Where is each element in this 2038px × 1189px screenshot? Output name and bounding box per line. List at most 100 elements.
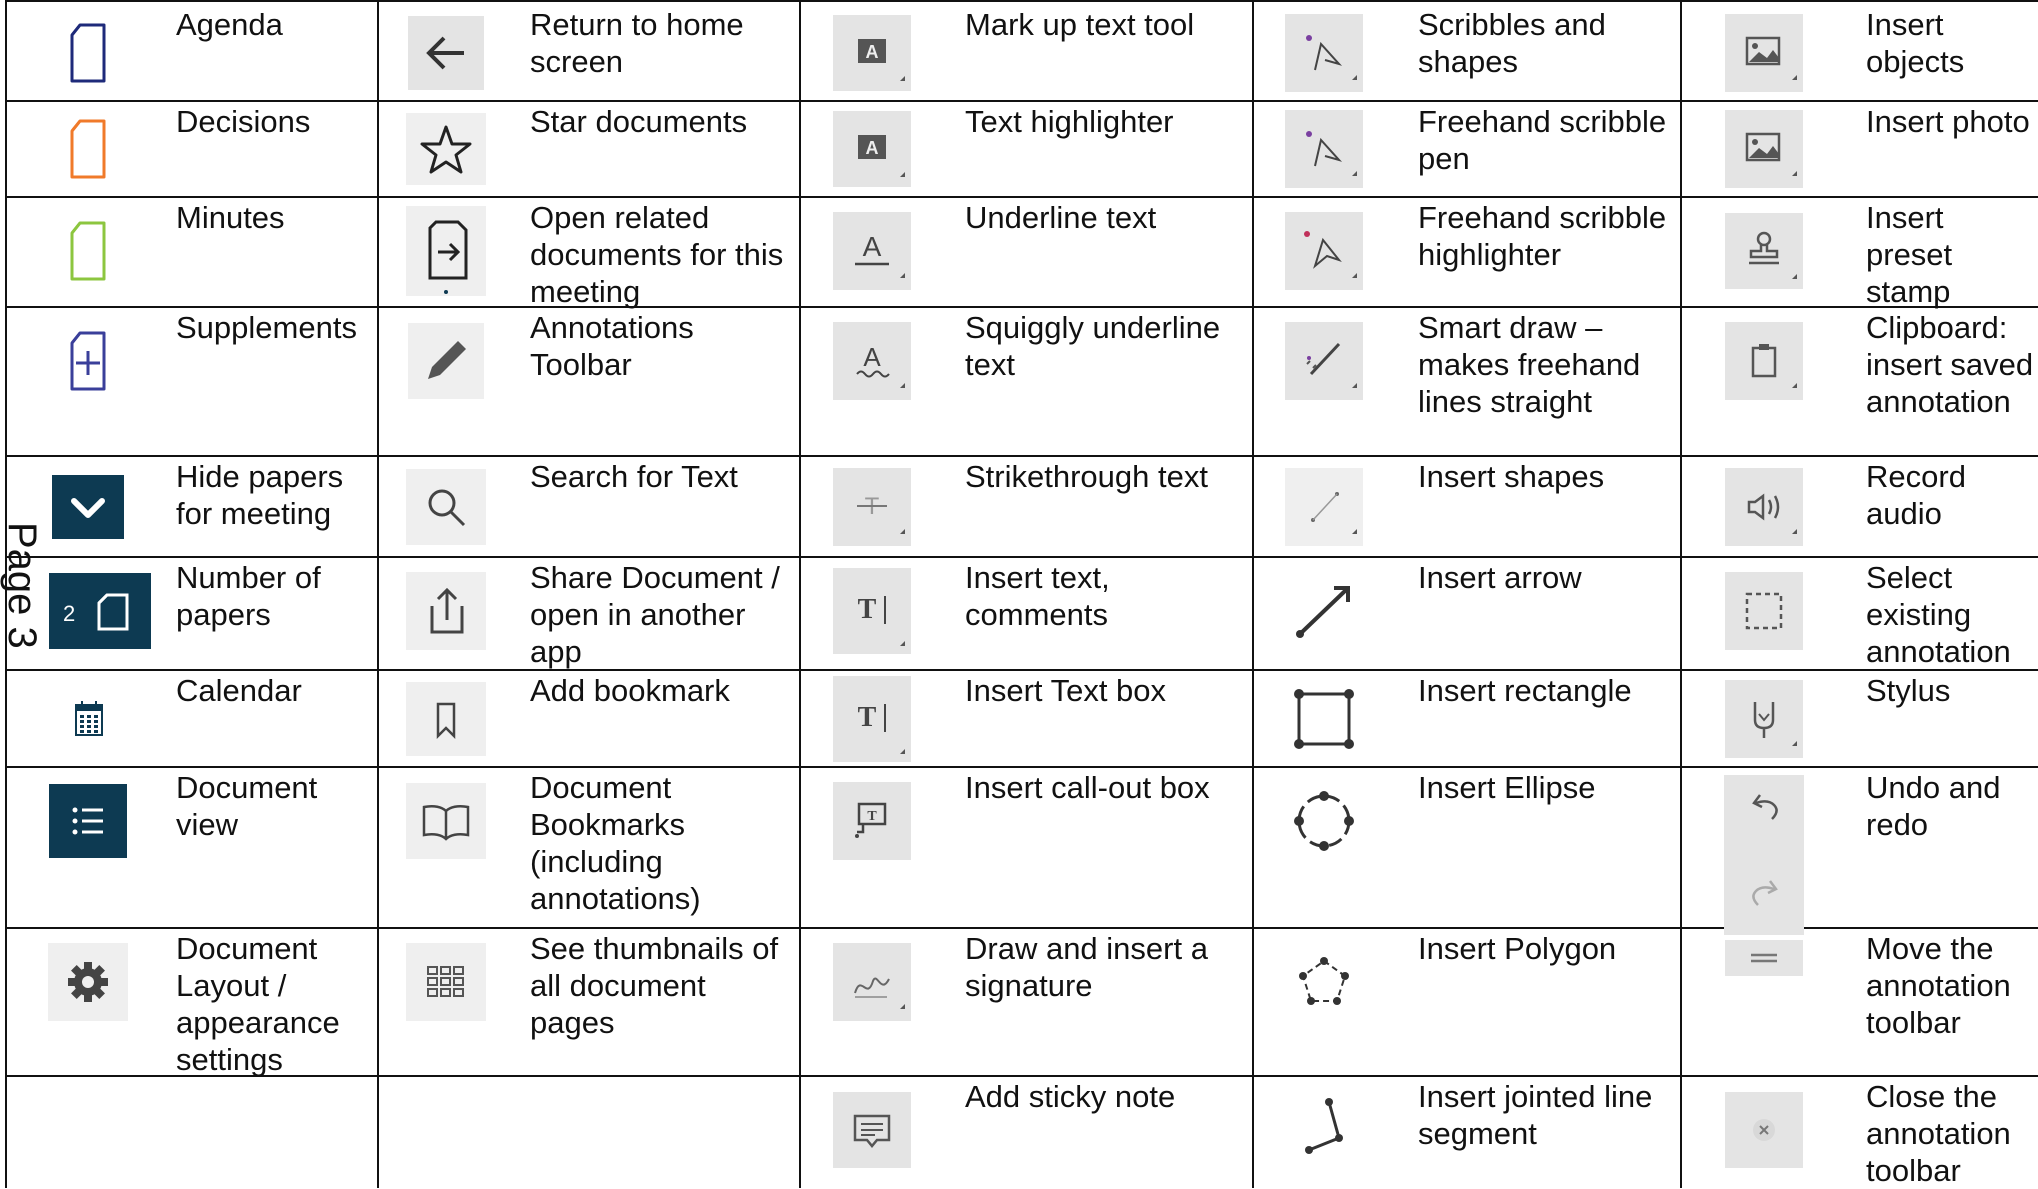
svg-text:A: A <box>863 231 882 262</box>
pencil-icon <box>408 323 484 399</box>
cell-label: Document Bookmarks (including annotation… <box>530 770 701 916</box>
markup-text-icon: A <box>833 14 911 91</box>
insert-objects-icon <box>1725 13 1803 92</box>
cell-label: Insert preset stamp <box>1866 200 1953 309</box>
text-box-icon: T <box>833 675 911 762</box>
cell-label: Open related documents for this meeting <box>530 200 784 309</box>
search-icon <box>406 468 486 545</box>
insert-photo-icon <box>1725 110 1803 188</box>
cell-label: Freehand scribble highlighter <box>1418 200 1667 272</box>
scribble-highlighter-icon <box>1285 212 1363 290</box>
cell-label: Document Layout / appearance settings <box>176 931 340 1077</box>
cell-label: Star documents <box>530 104 748 139</box>
cell-label: Insert jointed line segment <box>1418 1079 1653 1151</box>
thumbnails-grid-icon <box>406 943 486 1021</box>
bookmark-icon <box>406 681 486 756</box>
svg-text:T: T <box>867 809 877 824</box>
cell-label: Insert photo <box>1866 104 2030 139</box>
cell-label: Text highlighter <box>965 104 1174 139</box>
cell-label: Decisions <box>176 104 311 139</box>
text-highlighter-icon: A <box>833 111 911 187</box>
select-annotation-icon <box>1725 572 1803 650</box>
cell-label: Squiggly underline text <box>965 310 1221 382</box>
table-cell <box>6 1076 378 1188</box>
jointed-line-icon <box>1289 1090 1359 1170</box>
chevron-down-icon <box>52 474 124 539</box>
table-top-border <box>6 0 2038 2</box>
cell-label: Search for Text <box>530 459 738 494</box>
cell-label: Strikethrough text <box>965 459 1208 494</box>
cell-label: Record audio <box>1866 459 1966 531</box>
strikethrough-icon: T <box>833 467 911 546</box>
cell-label: Insert Ellipse <box>1418 770 1596 805</box>
agenda-document-icon <box>66 21 110 85</box>
cell-label: Annotations Toolbar <box>530 310 694 382</box>
move-toolbar-icon <box>1725 940 1803 976</box>
cell-label: Move the annotation toolbar <box>1866 931 2011 1040</box>
cell-label: Number of papers <box>176 560 321 632</box>
svg-text:A: A <box>866 42 879 62</box>
cell-label: Insert objects <box>1866 7 1965 79</box>
cell-label: Share Document / open in another app <box>530 560 780 669</box>
smart-draw-icon <box>1285 322 1363 400</box>
ellipse-icon <box>1287 784 1361 858</box>
minutes-document-icon <box>66 219 110 283</box>
rectangle-icon <box>1287 682 1361 756</box>
cell-label: Draw and insert a signature <box>965 931 1208 1003</box>
squiggly-underline-icon: A <box>833 322 911 400</box>
scribble-pen-icon <box>1285 110 1363 188</box>
undo-redo-icon <box>1724 775 1804 935</box>
cell-label: Scribbles and shapes <box>1418 7 1606 79</box>
cell-label: Hide papers for meeting <box>176 459 344 531</box>
clipboard-icon <box>1725 322 1803 400</box>
cell-label: Insert shapes <box>1418 459 1605 494</box>
svg-text:A: A <box>863 342 881 372</box>
stamp-icon <box>1725 213 1803 289</box>
decisions-document-icon <box>66 117 110 181</box>
cell-label: Undo and redo <box>1866 770 2001 842</box>
calendar-icon <box>68 697 108 741</box>
star-icon <box>406 113 486 185</box>
cell-label: Insert rectangle <box>1418 673 1632 708</box>
cell-label: Calendar <box>176 673 302 708</box>
cell-label: Stylus <box>1866 673 1951 708</box>
table-cell <box>378 1076 800 1188</box>
close-toolbar-icon <box>1725 1092 1803 1168</box>
insert-shapes-icon <box>1285 467 1363 546</box>
cell-label: Clipboard: insert saved annotation <box>1866 310 2034 419</box>
cell-label: Minutes <box>176 200 285 235</box>
share-icon <box>406 572 486 650</box>
cell-label: Mark up text tool <box>965 7 1195 42</box>
open-related-icon <box>406 206 486 296</box>
cell-label: Insert call-out box <box>965 770 1210 805</box>
list-view-icon <box>49 784 127 858</box>
page-number-label: Page 3 <box>0 522 44 649</box>
scribble-shapes-icon <box>1285 13 1363 92</box>
arrow-left-icon <box>408 15 484 90</box>
cell-label: Return to home screen <box>530 7 744 79</box>
cell-label: Agenda <box>176 7 283 42</box>
cell-label: Insert arrow <box>1418 560 1582 595</box>
cell-label: Insert Polygon <box>1418 931 1617 966</box>
cell-label: Underline text <box>965 200 1157 235</box>
cell-label: Insert text, comments <box>965 560 1110 632</box>
svg-text:A: A <box>866 138 879 158</box>
svg-text:T: T <box>858 594 877 625</box>
insert-text-icon: T <box>833 568 911 654</box>
cell-label: Insert Text box <box>965 673 1167 708</box>
record-audio-icon <box>1725 467 1803 546</box>
arrow-icon <box>1284 576 1364 646</box>
cell-label: Document view <box>176 770 318 842</box>
cell-label: Select existing annotation <box>1866 560 2011 669</box>
cell-label: Smart draw – makes freehand lines straig… <box>1418 310 1641 419</box>
sticky-note-icon <box>833 1092 911 1168</box>
svg-text:T: T <box>858 702 877 733</box>
cell-label: Freehand scribble pen <box>1418 104 1667 176</box>
icon-legend-table: Agenda Decisions Minutes Supplements Hide… <box>0 0 2038 1188</box>
svg-text:2: 2 <box>63 601 75 626</box>
callout-box-icon: T <box>833 782 911 860</box>
cell-label: Add bookmark <box>530 673 730 708</box>
cell-label: See thumbnails of all document pages <box>530 931 779 1040</box>
polygon-icon <box>1289 947 1359 1017</box>
paper-count-icon: 2 <box>49 573 151 649</box>
